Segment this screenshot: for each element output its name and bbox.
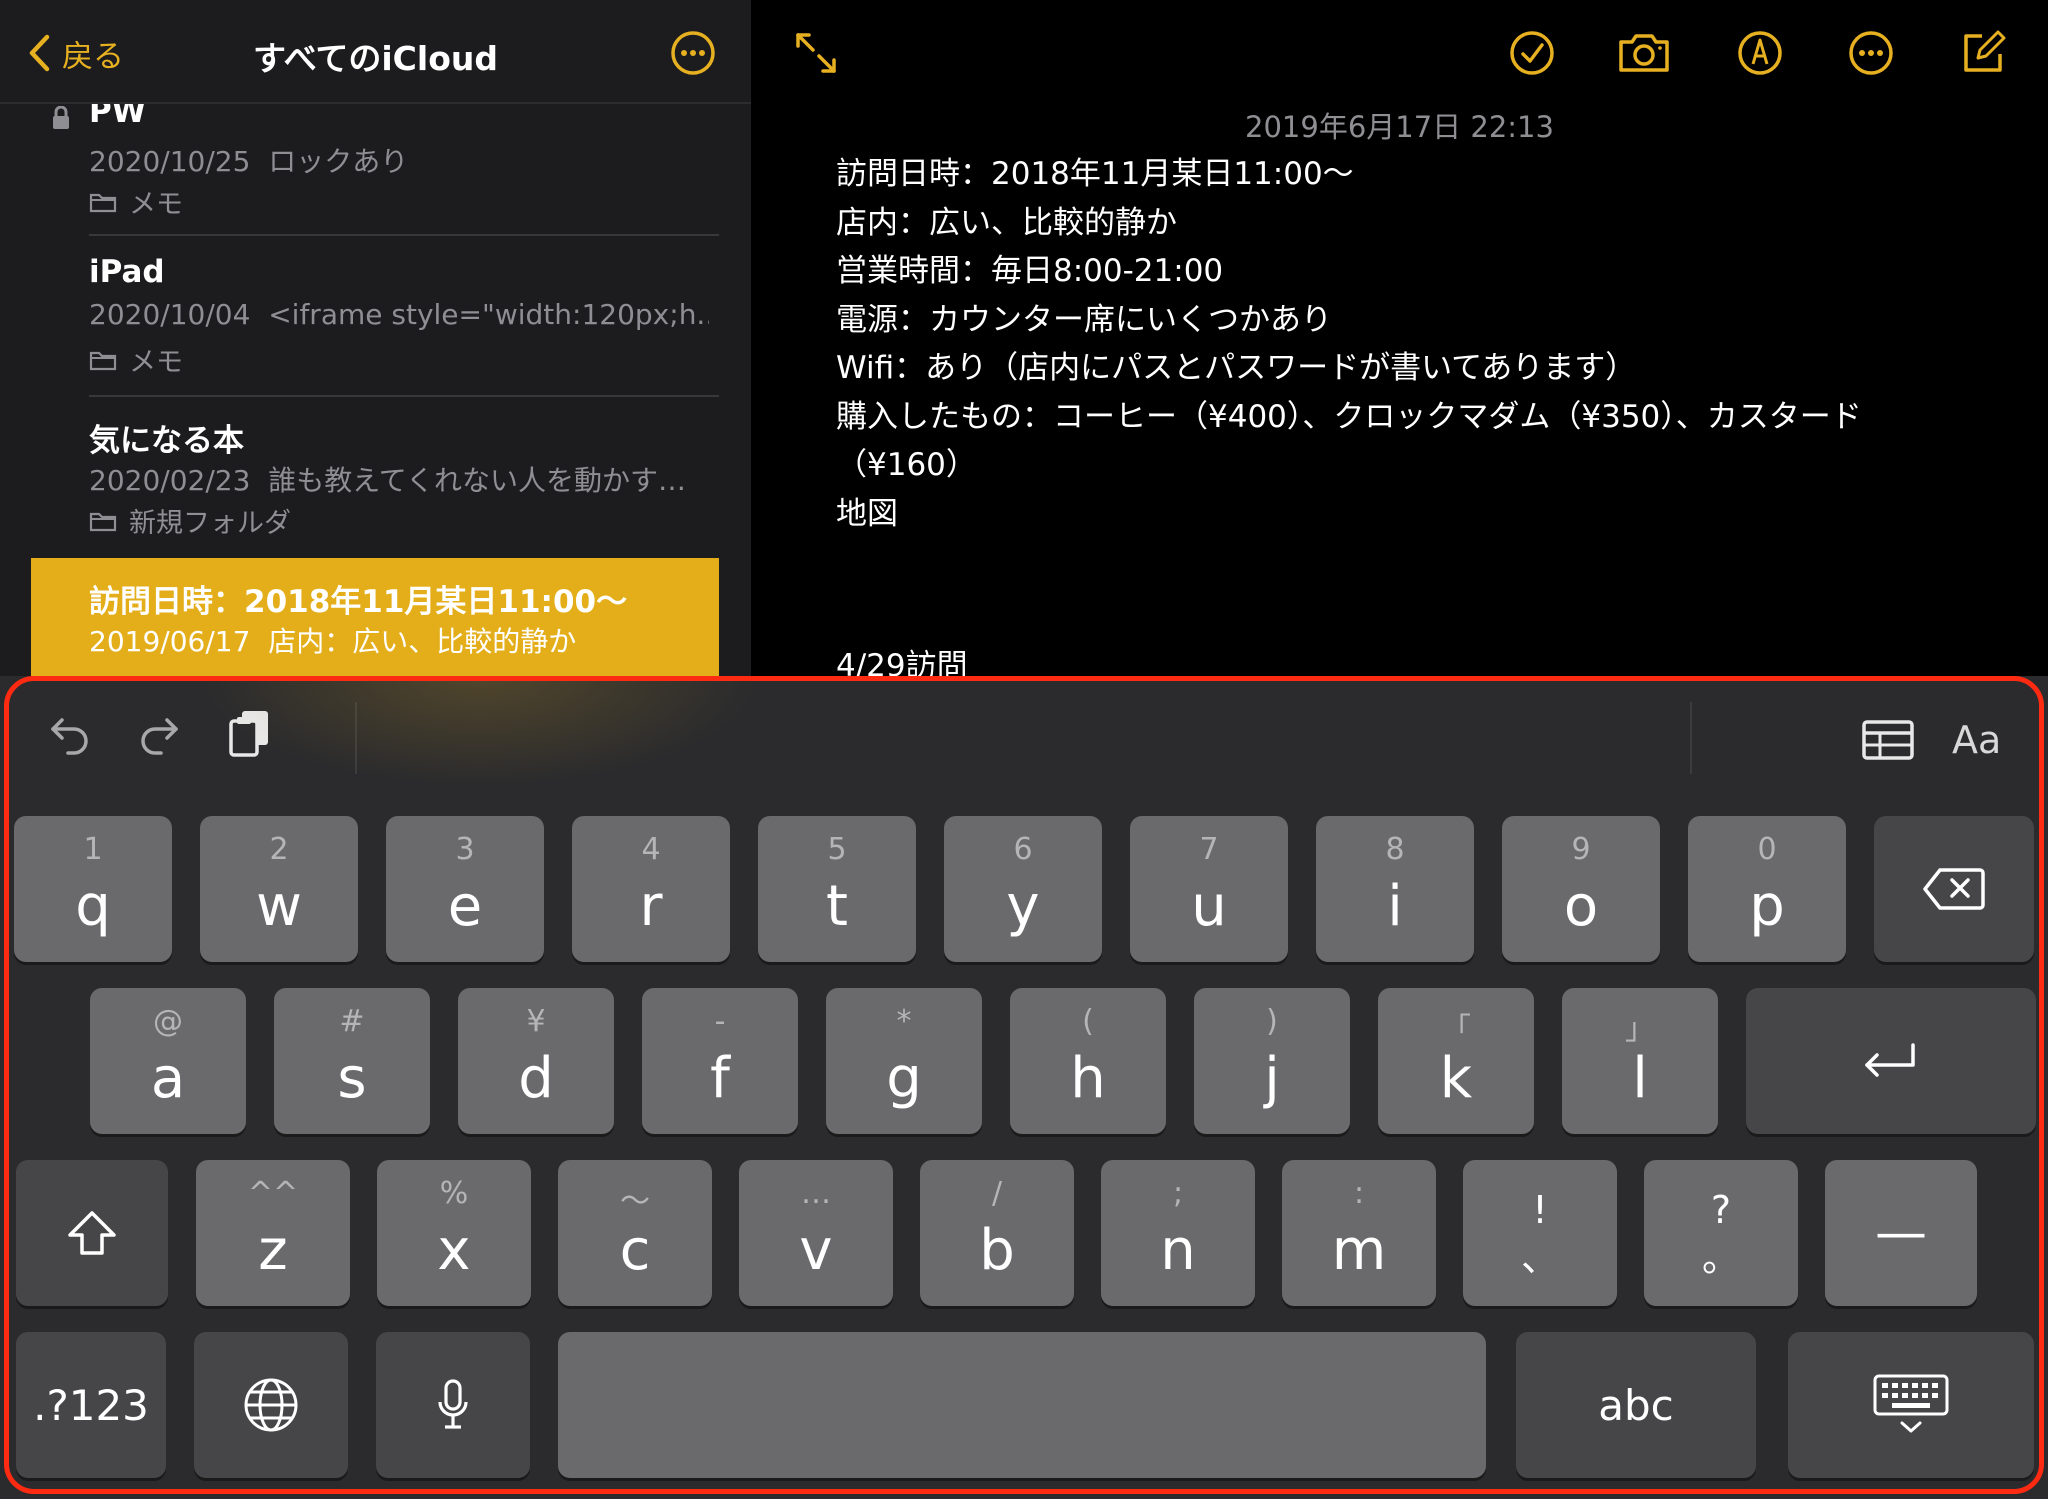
sidebar-title: すべてのiCloud bbox=[253, 39, 498, 78]
note-editor: 2019年6月17日 22:13 訪問日時：2018年11月某日11:00〜 店… bbox=[751, 0, 2048, 690]
undo-icon[interactable] bbox=[48, 712, 92, 760]
key-z[interactable]: ^^ z bbox=[196, 1160, 350, 1306]
space-key[interactable] bbox=[558, 1332, 1486, 1478]
toolbar-separator bbox=[355, 702, 357, 774]
note-meta: 2019/06/17 店内：広い、比較的静か bbox=[89, 625, 577, 658]
key-i[interactable]: 8i bbox=[1316, 816, 1474, 962]
table-icon[interactable] bbox=[1862, 720, 1914, 764]
note-meta: 2020/02/23 誰も教えてくれない人を動かす… bbox=[89, 464, 686, 497]
keyboard-dismiss-icon bbox=[1788, 1332, 2034, 1478]
note-line: 地図 bbox=[836, 495, 898, 532]
note-folder: メモ bbox=[89, 182, 183, 221]
key-d[interactable]: ¥ d bbox=[458, 988, 614, 1134]
key-a[interactable]: @ a bbox=[90, 988, 246, 1134]
folder-icon bbox=[89, 351, 117, 370]
key-g[interactable]: * g bbox=[826, 988, 982, 1134]
return-icon bbox=[1746, 988, 2036, 1134]
folder-icon bbox=[89, 512, 117, 531]
microphone-icon bbox=[376, 1332, 530, 1478]
delete-key[interactable] bbox=[1874, 816, 2034, 962]
key-u[interactable]: 7u bbox=[1130, 816, 1288, 962]
key-t[interactable]: 5t bbox=[758, 816, 916, 962]
camera-icon[interactable] bbox=[1617, 30, 1671, 76]
key-j[interactable]: ) j bbox=[1194, 988, 1350, 1134]
redo-icon[interactable] bbox=[137, 712, 181, 760]
key-exclamation-comma[interactable]: !、 bbox=[1463, 1160, 1617, 1306]
paste-icon[interactable] bbox=[228, 708, 272, 762]
note-item[interactable]: iPad 2020/10/04 <iframe style="width:120… bbox=[31, 236, 719, 397]
note-meta: 2020/10/04 <iframe style="width:120px;h.… bbox=[89, 298, 709, 331]
key-p[interactable]: 0p bbox=[1688, 816, 1846, 962]
note-item[interactable]: PW 2020/10/25 ロックあり メモ bbox=[31, 94, 719, 236]
note-line: Wifi：あり（店内にパスとパスワードが書いてあります） bbox=[836, 350, 1637, 386]
key-f[interactable]: -f bbox=[642, 988, 798, 1134]
key-q[interactable]: 1q bbox=[14, 816, 172, 962]
key-x[interactable]: % x bbox=[377, 1160, 531, 1306]
key-c[interactable]: 〜 c bbox=[558, 1160, 712, 1306]
compose-icon[interactable] bbox=[1960, 30, 2006, 76]
lock-icon bbox=[51, 105, 71, 134]
key-v[interactable]: … v bbox=[739, 1160, 893, 1306]
return-key[interactable] bbox=[1746, 988, 2036, 1134]
dismiss-keyboard-key[interactable] bbox=[1788, 1332, 2034, 1478]
delete-icon bbox=[1874, 816, 2034, 962]
note-title: 訪問日時：2018年11月某日11:00〜 bbox=[89, 584, 628, 620]
dictation-key[interactable] bbox=[376, 1332, 530, 1478]
markup-icon[interactable] bbox=[1737, 30, 1783, 76]
note-line: 店内：広い、比較的静か bbox=[836, 204, 1177, 241]
note-list: PW 2020/10/25 ロックあり メモ iPad 2020/10/04 <… bbox=[31, 94, 719, 690]
key-h[interactable]: (h bbox=[1010, 988, 1166, 1134]
note-meta: 2020/10/25 ロックあり bbox=[89, 145, 409, 178]
key-m[interactable]: :m bbox=[1282, 1160, 1436, 1306]
key-long-dash[interactable]: — bbox=[1825, 1160, 1977, 1306]
note-title: iPad bbox=[89, 254, 165, 290]
note-item-selected[interactable]: 訪問日時：2018年11月某日11:00〜 2019/06/17 店内：広い、比… bbox=[31, 558, 719, 690]
toolbar-separator bbox=[1690, 702, 1692, 774]
note-folder: 新規フォルダ bbox=[89, 501, 291, 540]
note-line: （¥160） bbox=[836, 447, 977, 483]
key-o[interactable]: 9o bbox=[1502, 816, 1660, 962]
globe-icon bbox=[194, 1332, 348, 1478]
key-w[interactable]: 2w bbox=[200, 816, 358, 962]
note-date: 2019年6月17日 22:13 bbox=[1245, 110, 1554, 144]
notes-sidebar: PW 2020/10/25 ロックあり メモ iPad 2020/10/04 <… bbox=[0, 0, 751, 690]
note-body[interactable]: 訪問日時：2018年11月某日11:00〜 店内：広い、比較的静か 営業時間：毎… bbox=[836, 150, 1996, 538]
shift-icon bbox=[16, 1160, 168, 1306]
note-title: 気になる本 bbox=[89, 423, 244, 459]
key-b[interactable]: / b bbox=[920, 1160, 1074, 1306]
numbers-key[interactable]: .?123 bbox=[16, 1332, 166, 1478]
note-line: 営業時間：毎日8:00-21:00 bbox=[836, 253, 1224, 289]
abc-key[interactable]: abc bbox=[1516, 1332, 1756, 1478]
key-y[interactable]: 6y bbox=[944, 816, 1102, 962]
shift-key[interactable] bbox=[16, 1160, 168, 1306]
key-k[interactable]: 「k bbox=[1378, 988, 1534, 1134]
expand-icon[interactable] bbox=[793, 30, 839, 76]
key-e[interactable]: 3e bbox=[386, 816, 544, 962]
key-s[interactable]: # s bbox=[274, 988, 430, 1134]
more-icon[interactable] bbox=[1848, 30, 1894, 76]
checklist-icon[interactable] bbox=[1509, 30, 1555, 76]
key-n[interactable]: ; n bbox=[1101, 1160, 1255, 1306]
note-line: 訪問日時：2018年11月某日11:00〜 bbox=[836, 156, 1354, 192]
note-line: 購入したもの：コーヒー（¥400）、クロックマダム（¥350）、カスタード bbox=[836, 398, 1862, 435]
note-line: 電源：カウンター席にいくつかあり bbox=[836, 301, 1332, 338]
key-l[interactable]: 」 l bbox=[1562, 988, 1718, 1134]
note-folder: メモ bbox=[89, 340, 183, 379]
folder-icon bbox=[89, 193, 117, 212]
key-question-period[interactable]: ?。 bbox=[1644, 1160, 1798, 1306]
note-item[interactable]: 気になる本 2020/02/23 誰も教えてくれない人を動かす… 新規フォルダ bbox=[31, 397, 719, 558]
format-button[interactable]: Aa bbox=[1952, 718, 2001, 762]
keyboard-shortcut-bar: Aa bbox=[0, 676, 2048, 800]
more-icon[interactable] bbox=[670, 30, 716, 76]
sidebar-header: 戻る すべてのiCloud bbox=[0, 0, 751, 104]
key-r[interactable]: 4r bbox=[572, 816, 730, 962]
software-keyboard: Aa 1q 2w 3e 4r 5t 6y 7u 8i 9o 0p @ a # s ¥… bbox=[0, 676, 2048, 1499]
globe-key[interactable] bbox=[194, 1332, 348, 1478]
